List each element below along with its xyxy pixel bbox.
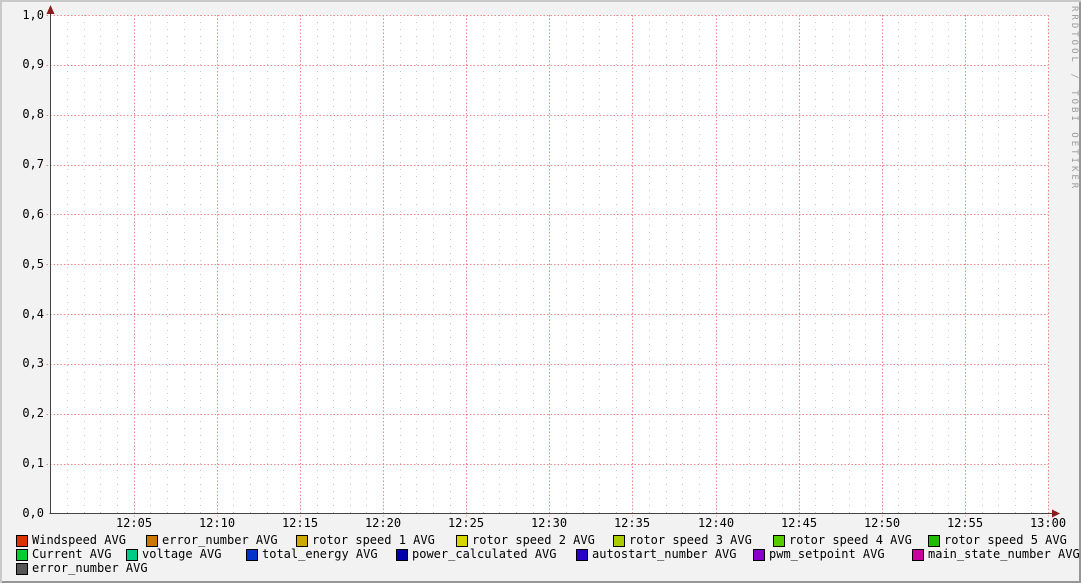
legend-color-swatch	[396, 549, 408, 561]
legend-item-label: main_state_number AVG	[928, 548, 1080, 561]
y-tick-label: 1,0	[13, 8, 44, 22]
rrdtool-graph: 0,0 0,1 0,2 0,3 0,4 0,5 0,6 0,7 0,8 0,9 1,0 12:05 1…	[0, 0, 1081, 583]
legend-color-swatch	[912, 549, 924, 561]
plot-grid-svg	[0, 0, 1081, 583]
legend-item-label: Current AVG	[32, 548, 111, 561]
y-tick-label: 0,6	[13, 207, 44, 221]
y-tick-label: 0,3	[13, 356, 44, 370]
legend-item-label: error_number AVG	[162, 534, 278, 547]
legend-color-swatch	[16, 535, 28, 547]
legend-item: rotor speed 5 AVG	[928, 534, 1067, 547]
legend-item: total_energy AVG	[246, 548, 378, 561]
legend-item: rotor speed 2 AVG	[456, 534, 595, 547]
legend-item-label: pwm_setpoint AVG	[769, 548, 885, 561]
legend-item-label: rotor speed 3 AVG	[629, 534, 752, 547]
legend-color-swatch	[753, 549, 765, 561]
legend-item: error_number AVG	[16, 562, 148, 575]
legend-item-label: power_calculated AVG	[412, 548, 557, 561]
axis-arrow	[47, 5, 55, 14]
y-tick-label: 0,0	[13, 506, 44, 520]
y-tick-label: 0,5	[13, 257, 44, 271]
legend-color-swatch	[246, 549, 258, 561]
legend-color-swatch	[16, 563, 28, 575]
y-tick-label: 0,4	[13, 307, 44, 321]
x-tick-label: 12:20	[365, 516, 401, 530]
y-tick-label: 0,9	[13, 57, 44, 71]
legend-color-swatch	[576, 549, 588, 561]
x-tick-label: 12:35	[614, 516, 650, 530]
legend-item: pwm_setpoint AVG	[753, 548, 885, 561]
x-tick-label: 13:00	[1030, 516, 1066, 530]
legend-color-swatch	[296, 535, 308, 547]
legend-item-label: rotor speed 4 AVG	[789, 534, 912, 547]
x-tick-label: 12:25	[448, 516, 484, 530]
legend-color-swatch	[126, 549, 138, 561]
x-tick-label: 12:15	[282, 516, 318, 530]
legend-item-label: rotor speed 5 AVG	[944, 534, 1067, 547]
legend-item: autostart_number AVG	[576, 548, 737, 561]
legend-color-swatch	[613, 535, 625, 547]
legend-color-swatch	[773, 535, 785, 547]
legend-color-swatch	[146, 535, 158, 547]
legend-item: voltage AVG	[126, 548, 221, 561]
legend-item: main_state_number AVG	[912, 548, 1080, 561]
x-tick-label: 12:50	[864, 516, 900, 530]
x-tick-label: 12:40	[698, 516, 734, 530]
x-tick-label: 12:45	[781, 516, 817, 530]
y-tick-label: 0,7	[13, 157, 44, 171]
legend-item: error_number AVG	[146, 534, 278, 547]
legend-color-swatch	[16, 549, 28, 561]
rrdtool-watermark: RRDTOOL / TOBI OETIKER	[1069, 6, 1079, 191]
y-tick-label: 0,1	[13, 456, 44, 470]
x-tick-label: 12:05	[116, 516, 152, 530]
legend-item-label: total_energy AVG	[262, 548, 378, 561]
y-tick-label: 0,2	[13, 406, 44, 420]
legend-item-label: rotor speed 1 AVG	[312, 534, 435, 547]
legend-item: rotor speed 4 AVG	[773, 534, 912, 547]
legend-color-swatch	[456, 535, 468, 547]
legend-item-label: Windspeed AVG	[32, 534, 126, 547]
legend-item: rotor speed 3 AVG	[613, 534, 752, 547]
x-tick-label: 12:10	[199, 516, 235, 530]
legend-item-label: voltage AVG	[142, 548, 221, 561]
legend-item: power_calculated AVG	[396, 548, 557, 561]
x-tick-label: 12:55	[947, 516, 983, 530]
legend-color-swatch	[928, 535, 940, 547]
legend-item: Current AVG	[16, 548, 111, 561]
legend-item: rotor speed 1 AVG	[296, 534, 435, 547]
legend-item-label: error_number AVG	[32, 562, 148, 575]
legend-item-label: autostart_number AVG	[592, 548, 737, 561]
legend-item-label: rotor speed 2 AVG	[472, 534, 595, 547]
x-tick-label: 12:30	[531, 516, 567, 530]
legend-item: Windspeed AVG	[16, 534, 126, 547]
y-tick-label: 0,8	[13, 107, 44, 121]
